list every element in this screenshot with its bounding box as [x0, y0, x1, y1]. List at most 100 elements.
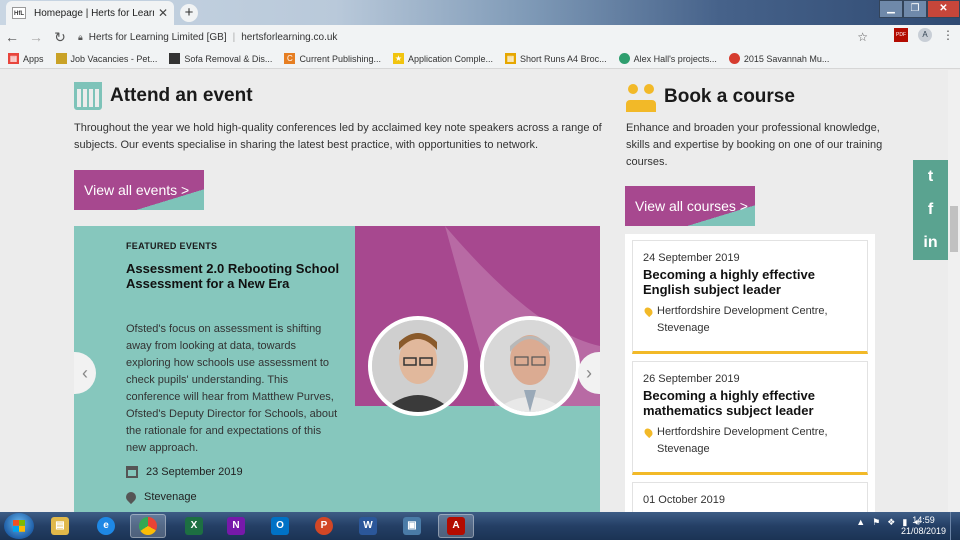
- featured-description: Ofsted's focus on assessment is shifting…: [126, 323, 338, 454]
- speaker-photo: [480, 316, 580, 416]
- location-pin-icon: [642, 305, 655, 318]
- facebook-icon[interactable]: f: [913, 193, 948, 226]
- course-card[interactable]: 24 September 2019 Becoming a highly effe…: [632, 240, 868, 354]
- course-title[interactable]: Becoming a highly effective mathematics …: [643, 388, 857, 418]
- tab-title: Homepage | Herts for Learning: [34, 7, 154, 19]
- reload-icon[interactable]: ↻: [48, 29, 72, 46]
- course-location: Hertfordshire Development Centre, Steven…: [642, 303, 857, 337]
- address-bar[interactable]: 🔒︎ Herts for Learning Limited [GB] | her…: [78, 27, 876, 47]
- scrollbar-thumb[interactable]: [950, 206, 958, 252]
- bookmark-item[interactable]: ★ Application Comple...: [392, 53, 493, 64]
- taskbar-outlook[interactable]: O: [262, 514, 298, 538]
- carousel-prev-button[interactable]: ‹: [74, 352, 96, 394]
- maximize-button[interactable]: ❐: [903, 0, 927, 18]
- dropbox-icon[interactable]: ❖: [887, 517, 895, 528]
- bookmark-item[interactable]: C Current Publishing...: [284, 53, 381, 64]
- course-card[interactable]: 01 October 2019: [632, 482, 868, 512]
- bookmark-favicon-icon: [728, 53, 740, 64]
- course-title[interactable]: Becoming a highly effective English subj…: [643, 267, 857, 297]
- bookmark-favicon-icon: [618, 53, 630, 64]
- bookmark-apps[interactable]: ▦ Apps: [8, 53, 44, 64]
- url-text: hertsforlearning.co.uk: [241, 31, 338, 43]
- course-date: 24 September 2019: [643, 252, 740, 264]
- clock[interactable]: 14:59 21/08/2019: [901, 515, 946, 537]
- bookmark-favicon-icon: [55, 53, 67, 64]
- taskbar-chrome[interactable]: [130, 514, 166, 538]
- bookmark-item[interactable]: Alex Hall's projects...: [618, 53, 717, 64]
- calendar-icon: [74, 82, 102, 110]
- word-icon: W: [359, 517, 377, 535]
- featured-event-carousel: FEATURED EVENTS Assessment 2.0 Rebooting…: [74, 226, 600, 512]
- taskbar-explorer[interactable]: ▤: [42, 514, 78, 538]
- taskbar-powerpoint[interactable]: P: [306, 514, 342, 538]
- clock-date: 21/08/2019: [900, 526, 946, 536]
- browser-tab[interactable]: HfL Homepage | Herts for Learning ✕: [6, 1, 174, 25]
- location-pin-icon: [123, 489, 139, 505]
- tray-expand-icon[interactable]: ▲: [856, 517, 865, 528]
- social-share-bar: t f in: [913, 160, 948, 260]
- minimize-button[interactable]: ▁: [879, 0, 903, 18]
- calendar-small-icon: [126, 466, 138, 478]
- view-all-courses-button[interactable]: View all courses >: [625, 186, 755, 226]
- bookmark-favicon-icon: ★: [392, 53, 404, 64]
- browser-toolbar: ← → ↻ 🔒︎ Herts for Learning Limited [GB]…: [0, 25, 960, 49]
- location-pin-icon: [642, 426, 655, 439]
- taskbar-onenote[interactable]: N: [218, 514, 254, 538]
- taskbar-acrobat[interactable]: A: [438, 514, 474, 538]
- chrome-icon: [139, 517, 157, 535]
- featured-date: 23 September 2019: [126, 466, 243, 478]
- events-heading: Attend an event: [74, 82, 253, 110]
- page-viewport: Attend an event Throughout the year we h…: [0, 70, 960, 512]
- menu-kebab-icon[interactable]: ⋮: [942, 28, 954, 42]
- forward-icon[interactable]: →: [24, 29, 48, 45]
- excel-icon: X: [185, 517, 203, 535]
- photo-viewer-icon: ▣: [403, 517, 421, 535]
- course-location: Hertfordshire Development Centre, Steven…: [642, 424, 857, 458]
- bookmark-star-icon[interactable]: ☆: [857, 30, 868, 44]
- bookmarks-bar: ▦ Apps Job Vacancies - Pet... Sofa Remova…: [0, 49, 960, 69]
- page-scrollbar[interactable]: [948, 70, 960, 512]
- taskbar-excel[interactable]: X: [176, 514, 212, 538]
- apps-grid-icon: ▦: [8, 53, 19, 64]
- bookmark-favicon-icon: [169, 53, 181, 64]
- bookmark-favicon-icon: C: [284, 53, 296, 64]
- taskbar-word[interactable]: W: [350, 514, 386, 538]
- tab-favicon-icon: HfL: [12, 7, 26, 19]
- speaker-photo: [368, 316, 468, 416]
- bookmark-item[interactable]: ▦ Short Runs A4 Broc...: [505, 53, 607, 64]
- featured-location: Stevenage: [123, 489, 197, 505]
- featured-title[interactable]: Assessment 2.0 Rebooting School Assessme…: [126, 261, 346, 291]
- show-desktop-button[interactable]: [950, 512, 960, 540]
- new-tab-button[interactable]: +: [180, 4, 198, 22]
- outlook-icon: O: [271, 517, 289, 535]
- linkedin-icon[interactable]: in: [913, 227, 948, 260]
- lock-icon: 🔒︎: [78, 31, 83, 42]
- back-icon[interactable]: ←: [0, 29, 24, 45]
- tab-close-icon[interactable]: ✕: [158, 6, 168, 20]
- flag-icon[interactable]: ⚑: [872, 517, 880, 528]
- start-button[interactable]: [4, 513, 34, 539]
- twitter-icon[interactable]: t: [913, 160, 948, 193]
- site-identity: Herts for Learning Limited [GB]: [88, 31, 227, 43]
- bookmark-item[interactable]: Sofa Removal & Dis...: [169, 53, 272, 64]
- onenote-icon: N: [227, 517, 245, 535]
- clock-time: 14:59: [912, 515, 935, 525]
- ie-icon: e: [97, 517, 115, 535]
- bookmark-item[interactable]: Job Vacancies - Pet...: [55, 53, 157, 64]
- bookmark-favicon-icon: ▦: [505, 53, 517, 64]
- powerpoint-icon: P: [315, 517, 333, 535]
- presenter-icon: [626, 82, 656, 112]
- courses-intro: Enhance and broaden your professional kn…: [626, 122, 883, 168]
- pdf-extension-icon[interactable]: PDF: [894, 28, 908, 42]
- taskbar-photo-viewer[interactable]: ▣: [394, 514, 430, 538]
- profile-avatar[interactable]: A: [918, 28, 932, 42]
- view-all-events-button[interactable]: View all events >: [74, 170, 204, 210]
- events-intro: Throughout the year we hold high-quality…: [74, 122, 602, 151]
- course-card[interactable]: 26 September 2019 Becoming a highly effe…: [632, 361, 868, 475]
- featured-label: FEATURED EVENTS: [126, 241, 218, 251]
- folder-icon: ▤: [51, 517, 69, 535]
- course-date: 26 September 2019: [643, 373, 740, 385]
- taskbar-ie[interactable]: e: [88, 514, 124, 538]
- close-window-button[interactable]: ✕: [927, 0, 960, 18]
- bookmark-item[interactable]: 2015 Savannah Mu...: [728, 53, 829, 64]
